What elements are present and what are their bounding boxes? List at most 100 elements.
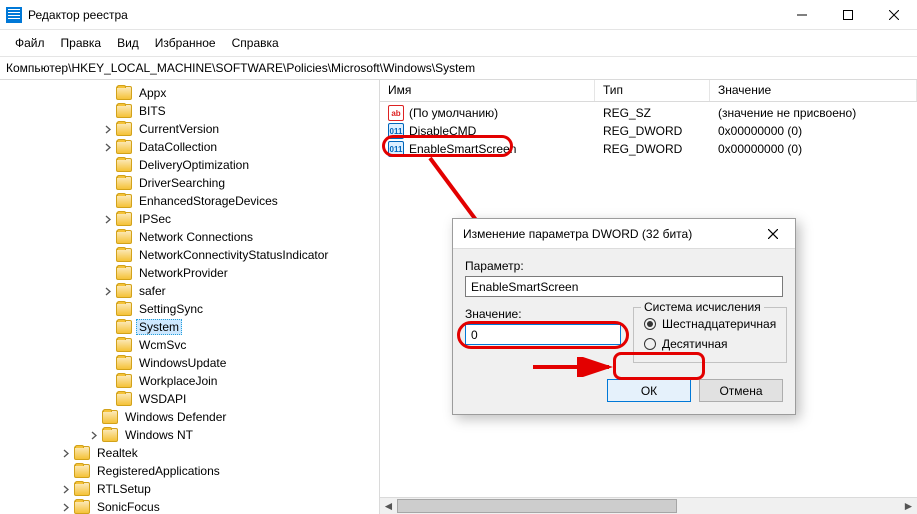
window-title-bar: Редактор реестра — [0, 0, 917, 30]
tree-item-label: DataCollection — [136, 140, 220, 154]
scroll-right-icon[interactable]: ► — [900, 498, 917, 514]
base-legend: Система исчисления — [641, 300, 764, 314]
menu-file[interactable]: Файл — [8, 34, 52, 52]
tree-item-windows-nt[interactable]: Windows NT — [4, 426, 379, 444]
tree-item-windows-defender[interactable]: Windows Defender — [4, 408, 379, 426]
scroll-left-icon[interactable]: ◄ — [380, 498, 397, 514]
scroll-thumb[interactable] — [397, 499, 677, 513]
tree-item-wsdapi[interactable]: WSDAPI — [4, 390, 379, 408]
tree-item-label: RTLSetup — [94, 482, 154, 496]
expander-empty — [102, 375, 114, 387]
chevron-right-icon[interactable] — [60, 447, 72, 459]
chevron-right-icon[interactable] — [88, 429, 100, 441]
address-bar[interactable]: Компьютер\HKEY_LOCAL_MACHINE\SOFTWARE\Po… — [0, 57, 917, 80]
tree-item-label: CurrentVersion — [136, 122, 222, 136]
tree-item-label: DeliveryOptimization — [136, 158, 252, 172]
folder-icon — [116, 320, 132, 334]
tree-item-ipsec[interactable]: IPSec — [4, 210, 379, 228]
tree-item-safer[interactable]: safer — [4, 282, 379, 300]
close-button[interactable] — [871, 0, 917, 30]
tree-item-bits[interactable]: BITS — [4, 102, 379, 120]
tree-item-label: Realtek — [94, 446, 141, 460]
ok-button-label: ОК — [641, 384, 657, 398]
maximize-button[interactable] — [825, 0, 871, 30]
radio-hex[interactable]: Шестнадцатеричная — [644, 314, 776, 334]
chevron-right-icon[interactable] — [102, 213, 114, 225]
folder-icon — [116, 122, 132, 136]
tree-item-currentversion[interactable]: CurrentVersion — [4, 120, 379, 138]
dialog-close-button[interactable] — [753, 220, 793, 248]
menu-help[interactable]: Справка — [225, 34, 286, 52]
chevron-right-icon[interactable] — [60, 501, 72, 513]
edit-dword-dialog: Изменение параметра DWORD (32 бита) Пара… — [452, 218, 796, 415]
expander-empty — [102, 177, 114, 189]
value-row[interactable]: 011EnableSmartScreenREG_DWORD0x00000000 … — [380, 140, 917, 158]
value-type: REG_SZ — [595, 106, 710, 120]
tree-item-label: System — [136, 319, 182, 335]
base-fieldset: Система исчисления Шестнадцатеричная Дес… — [633, 307, 787, 363]
value-type: REG_DWORD — [595, 142, 710, 156]
folder-icon — [74, 482, 90, 496]
tree-item-rtlsetup[interactable]: RTLSetup — [4, 480, 379, 498]
tree-item-realtek[interactable]: Realtek — [4, 444, 379, 462]
tree-item-appx[interactable]: Appx — [4, 84, 379, 102]
value-row[interactable]: ab(По умолчанию)REG_SZ(значение не присв… — [380, 104, 917, 122]
minimize-button[interactable] — [779, 0, 825, 30]
tree-item-network-connections[interactable]: Network Connections — [4, 228, 379, 246]
string-value-icon: ab — [388, 105, 404, 121]
expander-empty — [102, 159, 114, 171]
tree-item-datacollection[interactable]: DataCollection — [4, 138, 379, 156]
tree-item-label: WcmSvc — [136, 338, 189, 352]
cancel-button[interactable]: Отмена — [699, 379, 783, 402]
value-field[interactable] — [465, 324, 621, 345]
folder-icon — [74, 464, 90, 478]
folder-icon — [116, 212, 132, 226]
folder-icon — [74, 446, 90, 460]
menu-view[interactable]: Вид — [110, 34, 146, 52]
radio-hex-dot — [644, 318, 656, 330]
cancel-button-label: Отмена — [719, 384, 762, 398]
tree-item-settingsync[interactable]: SettingSync — [4, 300, 379, 318]
menu-edit[interactable]: Правка — [54, 34, 109, 52]
tree-item-system[interactable]: System — [4, 318, 379, 336]
tree-item-deliveryoptimization[interactable]: DeliveryOptimization — [4, 156, 379, 174]
tree-item-label: Windows Defender — [122, 410, 229, 424]
expander-empty — [102, 357, 114, 369]
chevron-right-icon[interactable] — [60, 483, 72, 495]
expander-empty — [102, 393, 114, 405]
chevron-right-icon[interactable] — [102, 285, 114, 297]
menu-favorites[interactable]: Избранное — [148, 34, 223, 52]
tree-item-enhancedstoragedevices[interactable]: EnhancedStorageDevices — [4, 192, 379, 210]
chevron-right-icon[interactable] — [102, 123, 114, 135]
param-name-field[interactable] — [465, 276, 783, 297]
col-name[interactable]: Имя — [380, 80, 595, 101]
tree-item-workplacejoin[interactable]: WorkplaceJoin — [4, 372, 379, 390]
folder-icon — [116, 230, 132, 244]
folder-icon — [102, 428, 118, 442]
tree-item-label: NetworkProvider — [136, 266, 231, 280]
folder-icon — [116, 194, 132, 208]
folder-icon — [116, 338, 132, 352]
chevron-right-icon[interactable] — [102, 141, 114, 153]
tree-item-windowsupdate[interactable]: WindowsUpdate — [4, 354, 379, 372]
value-type: REG_DWORD — [595, 124, 710, 138]
horizontal-scrollbar[interactable]: ◄ ► — [380, 497, 917, 514]
tree-pane[interactable]: AppxBITS CurrentVersion DataCollection Deli… — [0, 80, 380, 514]
value-row[interactable]: 011DisableCMDREG_DWORD0x00000000 (0) — [380, 122, 917, 140]
tree-item-sonicfocus[interactable]: SonicFocus — [4, 498, 379, 514]
tree-item-wcmsvc[interactable]: WcmSvc — [4, 336, 379, 354]
tree-item-label: safer — [136, 284, 169, 298]
expander-empty — [102, 195, 114, 207]
col-value[interactable]: Значение — [710, 80, 917, 101]
tree-item-networkconnectivitystatusindicator[interactable]: NetworkConnectivityStatusIndicator — [4, 246, 379, 264]
tree-item-registeredapplications[interactable]: RegisteredApplications — [4, 462, 379, 480]
ok-button[interactable]: ОК — [607, 379, 691, 402]
expander-empty — [102, 249, 114, 261]
expander-empty — [102, 339, 114, 351]
tree-item-label: SonicFocus — [94, 500, 163, 514]
radio-dec-dot — [644, 338, 656, 350]
col-type[interactable]: Тип — [595, 80, 710, 101]
tree-item-networkprovider[interactable]: NetworkProvider — [4, 264, 379, 282]
tree-item-driversearching[interactable]: DriverSearching — [4, 174, 379, 192]
radio-dec[interactable]: Десятичная — [644, 334, 776, 354]
